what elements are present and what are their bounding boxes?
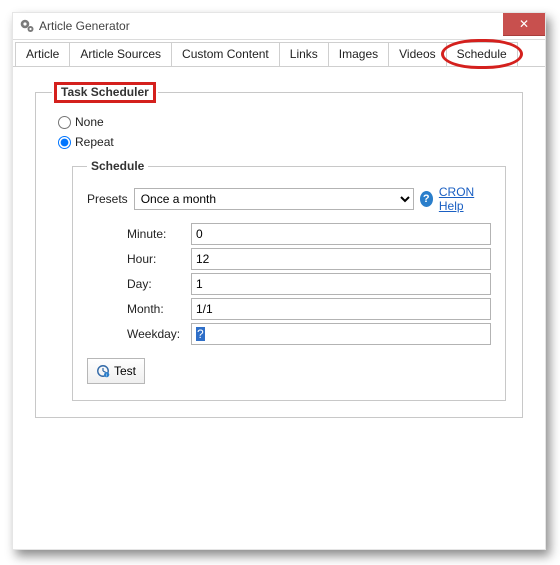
tab-label: Custom Content bbox=[182, 47, 269, 61]
task-scheduler-legend: Task Scheduler bbox=[52, 85, 158, 99]
tab-label: Images bbox=[339, 47, 378, 61]
tab-label: Videos bbox=[399, 47, 435, 61]
month-input[interactable] bbox=[191, 298, 491, 320]
legend-text: Task Scheduler bbox=[61, 85, 149, 99]
presets-select[interactable]: Once a month bbox=[134, 188, 414, 210]
close-icon: ✕ bbox=[519, 17, 529, 31]
tab-label: Article bbox=[26, 47, 59, 61]
presets-label: Presets bbox=[87, 192, 128, 206]
schedule-group: Schedule Presets Once a month ? CRON Hel… bbox=[72, 159, 506, 401]
day-label: Day: bbox=[127, 277, 191, 291]
weekday-label: Weekday: bbox=[127, 327, 191, 341]
test-label: Test bbox=[114, 364, 136, 378]
legend-text: Schedule bbox=[91, 159, 144, 173]
task-scheduler-group: Task Scheduler None Repeat Schedule Pres… bbox=[35, 85, 523, 418]
radio-repeat-input[interactable] bbox=[58, 136, 71, 149]
tab-label: Article Sources bbox=[80, 47, 161, 61]
close-button[interactable]: ✕ bbox=[503, 13, 545, 36]
weekday-value-selected: ? bbox=[196, 327, 205, 341]
svg-text:i: i bbox=[106, 372, 107, 377]
schedule-legend: Schedule bbox=[87, 159, 148, 173]
tab-schedule[interactable]: Schedule bbox=[446, 42, 518, 66]
weekday-input[interactable]: ? bbox=[191, 323, 491, 345]
minute-input[interactable] bbox=[191, 223, 491, 245]
dialog-window: Article Generator ✕ Article Article Sour… bbox=[12, 12, 546, 550]
test-button[interactable]: i Test bbox=[87, 358, 145, 384]
tab-custom-content[interactable]: Custom Content bbox=[171, 42, 280, 66]
tab-article[interactable]: Article bbox=[15, 42, 70, 66]
gear-icon bbox=[19, 18, 35, 34]
hour-input[interactable] bbox=[191, 248, 491, 270]
tab-images[interactable]: Images bbox=[328, 42, 389, 66]
window-title: Article Generator bbox=[39, 19, 130, 33]
tab-label: Links bbox=[290, 47, 318, 61]
help-icon: ? bbox=[420, 191, 433, 207]
cron-help-link[interactable]: CRON Help bbox=[439, 185, 491, 213]
tab-links[interactable]: Links bbox=[279, 42, 329, 66]
tab-strip: Article Article Sources Custom Content L… bbox=[13, 42, 545, 67]
radio-none-input[interactable] bbox=[58, 116, 71, 129]
tab-article-sources[interactable]: Article Sources bbox=[69, 42, 172, 66]
radio-none[interactable]: None bbox=[58, 115, 506, 129]
titlebar: Article Generator ✕ bbox=[13, 13, 545, 40]
month-label: Month: bbox=[127, 302, 191, 316]
radio-repeat[interactable]: Repeat bbox=[58, 135, 506, 149]
tab-panel-schedule: Task Scheduler None Repeat Schedule Pres… bbox=[13, 67, 545, 549]
tab-label: Schedule bbox=[457, 47, 507, 61]
highlight-box: Task Scheduler bbox=[54, 82, 156, 103]
hour-label: Hour: bbox=[127, 252, 191, 266]
day-input[interactable] bbox=[191, 273, 491, 295]
tab-videos[interactable]: Videos bbox=[388, 42, 446, 66]
radio-repeat-label: Repeat bbox=[75, 135, 114, 149]
radio-none-label: None bbox=[75, 115, 104, 129]
minute-label: Minute: bbox=[127, 227, 191, 241]
clock-icon: i bbox=[96, 364, 110, 378]
